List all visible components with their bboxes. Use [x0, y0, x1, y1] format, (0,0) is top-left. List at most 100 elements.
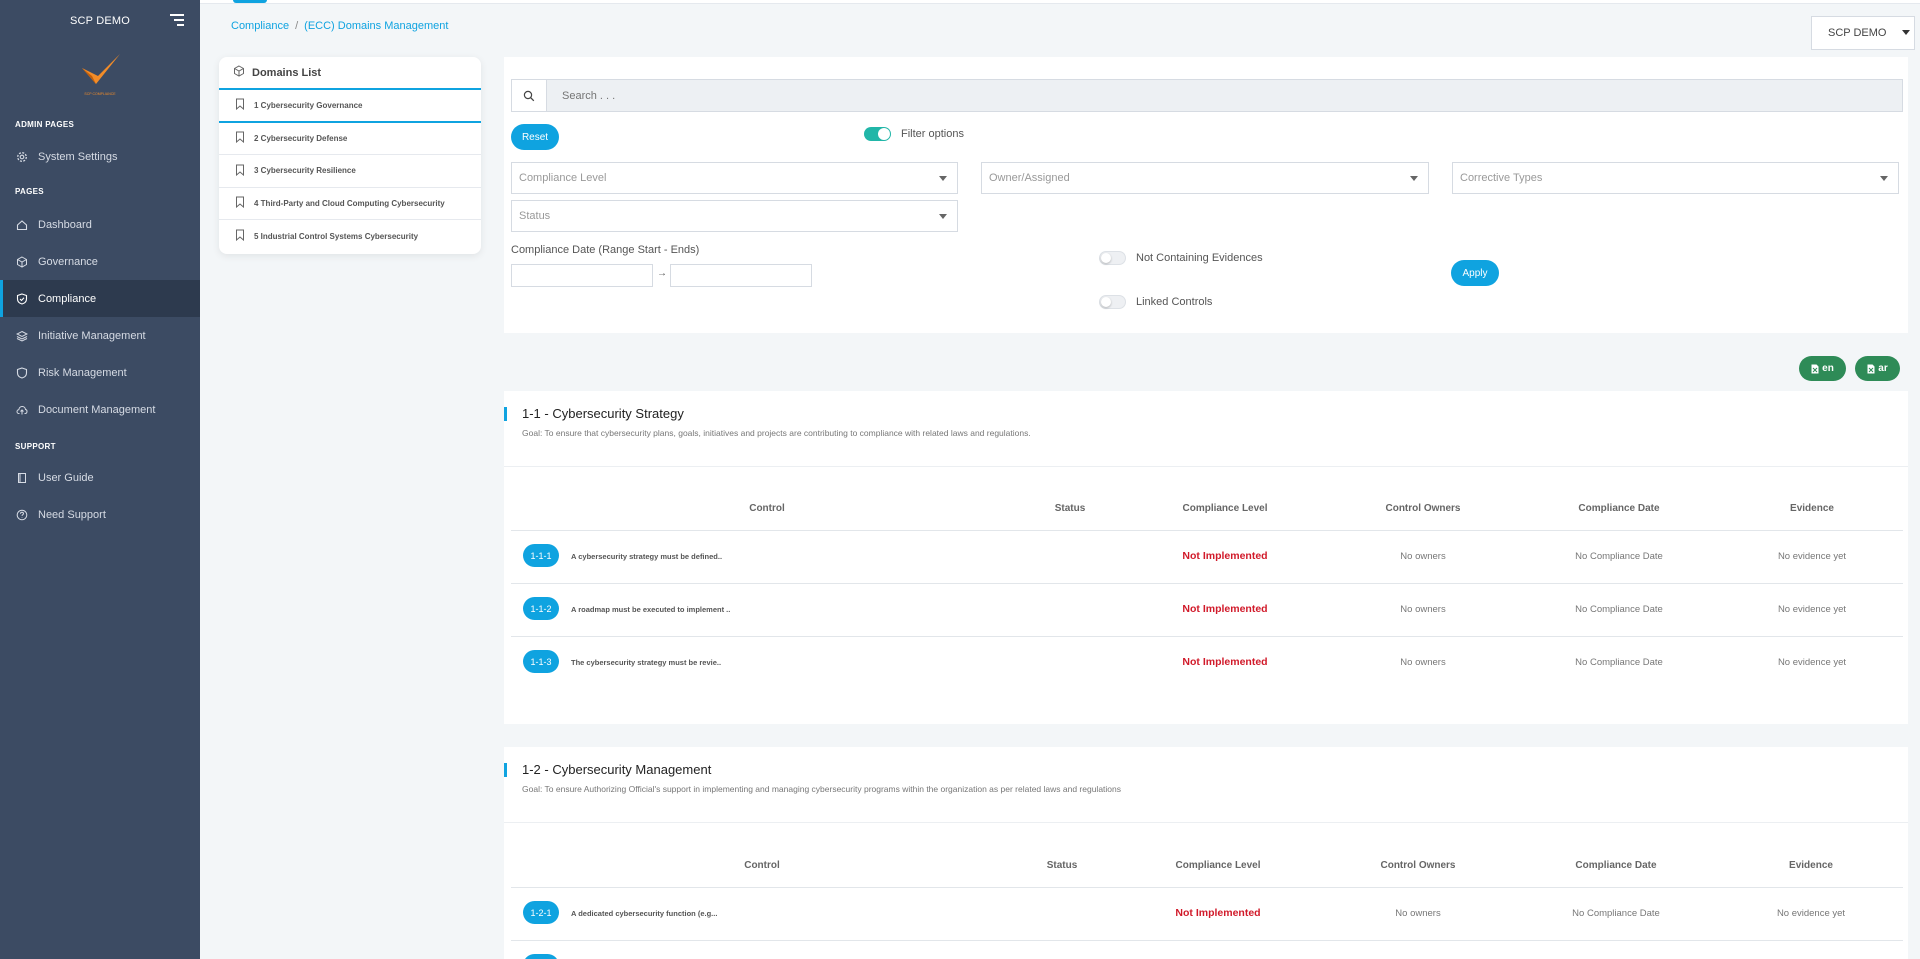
section-goal: Goal: To ensure Authorizing Official's s… [522, 784, 1121, 794]
control-text[interactable]: A roadmap must be executed to implement … [571, 605, 730, 614]
header-compliance-date: Compliance Date [1578, 503, 1660, 514]
top-tab-indicator [233, 0, 267, 3]
sidebar-header: SCP DEMO [0, 0, 200, 42]
sidebar-item-label: Governance [38, 255, 98, 268]
organization-select[interactable]: SCP DEMO [1811, 16, 1915, 50]
breadcrumb-compliance-link[interactable]: Compliance [231, 20, 289, 32]
range-arrow-icon: → [657, 268, 667, 279]
domains-list-card: Domains List 1 Cybersecurity Governance … [219, 57, 481, 254]
apply-button[interactable]: Apply [1451, 260, 1499, 286]
shield-check-icon [16, 292, 28, 305]
sidebar-item-user-guide[interactable]: User Guide [0, 459, 200, 496]
sidebar-item-document-management[interactable]: Document Management [0, 391, 200, 428]
linked-controls-label: Linked Controls [1136, 296, 1213, 308]
not-containing-evidences-label: Not Containing Evidences [1136, 252, 1263, 264]
compliance-level-value: Not Implemented [1182, 550, 1268, 562]
domain-label: 3 Cybersecurity Resilience [254, 166, 356, 176]
support-section-label: SUPPORT [15, 442, 56, 451]
control-owners-value: No owners [1395, 908, 1441, 919]
breadcrumb-separator: / [295, 20, 299, 32]
control-id-badge[interactable]: 1-1-2 [523, 597, 559, 620]
gear-icon [16, 151, 28, 163]
filter-panel: Reset Filter options Compliance Level Ow… [504, 57, 1908, 333]
domain-item[interactable]: 4 Third-Party and Cloud Computing Cybers… [219, 188, 481, 220]
sidebar-item-label: Initiative Management [38, 329, 146, 342]
status-dropdown[interactable]: Status [511, 200, 958, 232]
sidebar-item-label: Need Support [38, 508, 106, 521]
control-section: 1-2 - Cybersecurity Management Goal: To … [504, 747, 1908, 959]
domain-item[interactable]: 1 Cybersecurity Governance [219, 90, 481, 123]
sidebar-item-risk-management[interactable]: Risk Management [0, 354, 200, 391]
section-title: 1-1 - Cybersecurity Strategy [522, 406, 684, 421]
layers-icon [16, 330, 28, 342]
shield-icon [16, 366, 28, 379]
evidence-value: No evidence yet [1777, 551, 1847, 562]
control-id-badge[interactable]: 1-1-3 [523, 650, 559, 673]
section-accent-bar [504, 763, 507, 777]
app-name: SCP DEMO [69, 15, 131, 27]
corrective-types-dropdown[interactable]: Corrective Types [1452, 162, 1899, 194]
sidebar-item-system-settings[interactable]: System Settings [0, 138, 200, 175]
compliance-date-value: No Compliance Date [1575, 551, 1663, 562]
control-id-badge[interactable]: 1-1-1 [523, 544, 559, 567]
export-ar-label: ar [1878, 363, 1888, 374]
control-id-badge[interactable] [523, 954, 559, 959]
cloud-upload-icon [16, 404, 28, 416]
search-icon[interactable] [512, 80, 547, 111]
control-text[interactable]: A dedicated cybersecurity function (e.g.… [571, 909, 717, 918]
linked-controls-toggle[interactable] [1099, 295, 1126, 309]
compliance-level-value: Not Implemented [1182, 656, 1268, 668]
search-input[interactable] [547, 80, 1902, 111]
domain-item[interactable]: 3 Cybersecurity Resilience [219, 155, 481, 188]
chevron-down-icon [1410, 176, 1418, 181]
date-range-start-input[interactable] [511, 264, 653, 287]
table-header-divider [511, 887, 1903, 888]
sidebar-item-label: Risk Management [38, 366, 127, 379]
sidebar-item-governance[interactable]: Governance [0, 243, 200, 280]
header-compliance-level: Compliance Level [1175, 860, 1261, 871]
compliance-date-value: No Compliance Date [1572, 908, 1660, 919]
export-en-button[interactable]: en [1799, 356, 1846, 381]
sidebar-item-need-support[interactable]: Need Support [0, 496, 200, 533]
reset-button[interactable]: Reset [511, 124, 559, 150]
row-divider [511, 940, 1903, 941]
control-id-badge[interactable]: 1-2-1 [523, 901, 559, 924]
company-logo: SCP COMPLIANCE [70, 48, 130, 98]
sidebar-item-label: Dashboard [38, 218, 92, 231]
corrective-types-placeholder: Corrective Types [1460, 172, 1543, 184]
domain-label: 5 Industrial Control Systems Cybersecuri… [254, 231, 419, 241]
breadcrumb: Compliance / (ECC) Domains Management [231, 20, 448, 32]
not-containing-evidences-toggle[interactable] [1099, 251, 1126, 265]
domain-item[interactable]: 5 Industrial Control Systems Cybersecuri… [219, 220, 481, 253]
header-compliance-date: Compliance Date [1575, 860, 1657, 871]
bookmark-icon [235, 98, 245, 112]
sidebar-item-label: Compliance [38, 292, 97, 305]
header-evidence: Evidence [1790, 503, 1834, 514]
chevron-down-icon [1902, 30, 1910, 35]
compliance-date-value: No Compliance Date [1575, 604, 1663, 615]
sidebar-item-compliance[interactable]: Compliance [0, 280, 200, 317]
pages-section-label: PAGES [15, 187, 44, 196]
file-excel-icon [1867, 364, 1875, 374]
control-text[interactable]: The cybersecurity strategy must be revie… [571, 658, 721, 667]
header-compliance-level: Compliance Level [1182, 503, 1268, 514]
evidence-value: No evidence yet [1777, 657, 1847, 668]
home-icon [16, 219, 28, 231]
menu-toggle-icon[interactable] [170, 14, 184, 26]
control-owners-value: No owners [1400, 657, 1446, 668]
sidebar-item-initiative-management[interactable]: Initiative Management [0, 317, 200, 354]
sidebar-item-dashboard[interactable]: Dashboard [0, 206, 200, 243]
date-range-end-input[interactable] [670, 264, 812, 287]
domain-item[interactable]: 2 Cybersecurity Defense [219, 123, 481, 155]
export-ar-button[interactable]: ar [1855, 356, 1900, 381]
control-text[interactable]: A cybersecurity strategy must be defined… [571, 552, 722, 561]
owner-assigned-dropdown[interactable]: Owner/Assigned [981, 162, 1429, 194]
box-icon [233, 65, 245, 80]
compliance-date-value: No Compliance Date [1575, 657, 1663, 668]
header-control-owners: Control Owners [1380, 860, 1456, 871]
compliance-level-dropdown[interactable]: Compliance Level [511, 162, 958, 194]
filter-options-toggle[interactable] [864, 127, 891, 141]
header-control-owners: Control Owners [1385, 503, 1461, 514]
section-divider [504, 466, 1908, 467]
organization-select-value: SCP DEMO [1828, 27, 1887, 39]
